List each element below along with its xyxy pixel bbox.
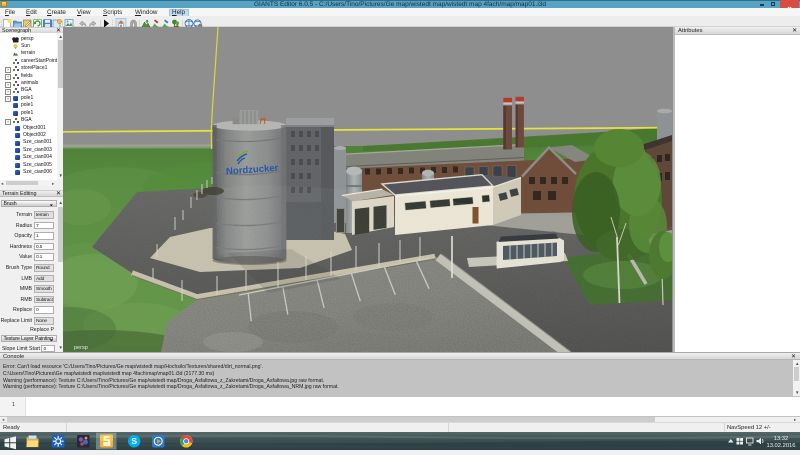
- svg-text:S: S: [131, 436, 137, 446]
- svg-text:13.02.2016: 13.02.2016: [766, 443, 795, 449]
- svg-text:persp: persp: [74, 345, 88, 351]
- svg-text:13:32: 13:32: [774, 436, 789, 442]
